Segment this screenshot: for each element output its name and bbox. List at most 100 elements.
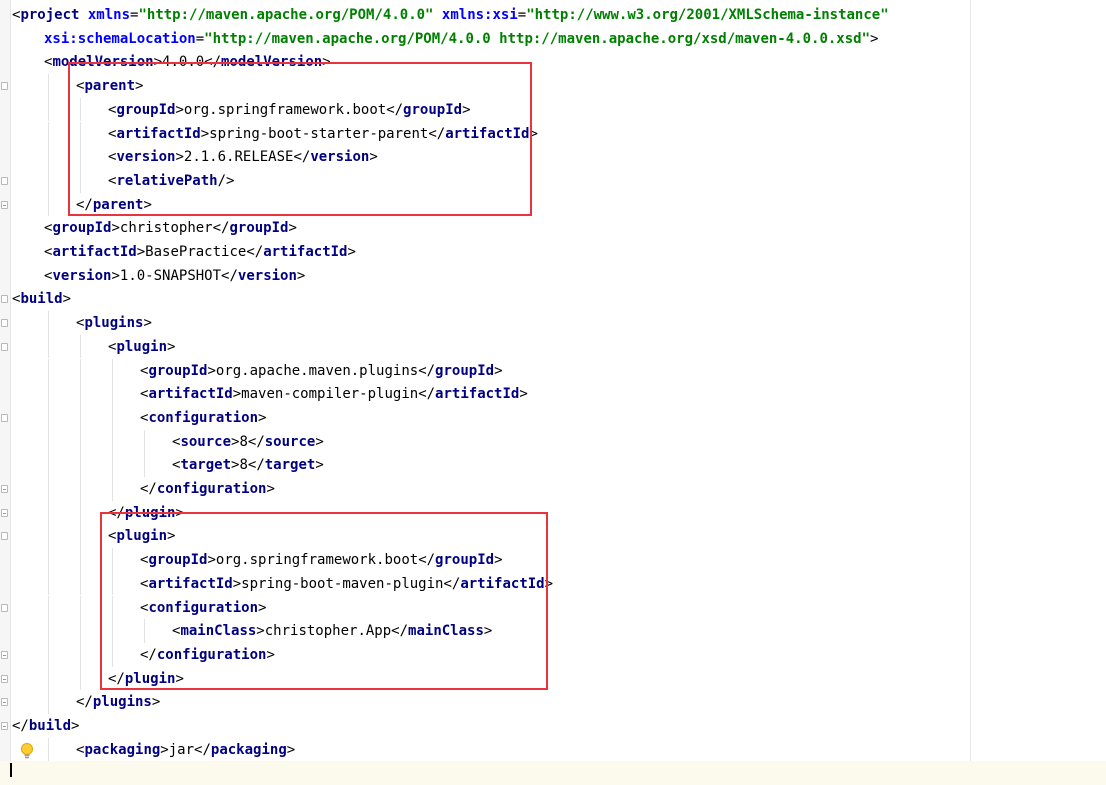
code-token: </ — [194, 741, 211, 758]
indent-guide — [112, 358, 113, 383]
code-line[interactable]: <version>1.0-SNAPSHOT</version> — [44, 264, 305, 288]
code-token: > — [111, 220, 120, 237]
fold-end-marker[interactable] — [1, 722, 8, 730]
code-token: > — [286, 741, 296, 758]
code-token: </ — [212, 220, 230, 237]
code-token: 8 — [239, 457, 248, 474]
fold-start-marker[interactable] — [1, 413, 8, 422]
code-token: > — [315, 457, 324, 474]
code-token: target — [180, 457, 232, 474]
fold-end-marker[interactable] — [1, 508, 8, 517]
indent-guide — [48, 642, 49, 667]
code-token: packaging — [84, 741, 161, 758]
indent-guide — [48, 477, 49, 501]
fold-end-marker[interactable] — [1, 698, 8, 707]
code-line[interactable]: <plugin> — [108, 335, 175, 359]
code-token: org.apache.maven.plugins — [215, 362, 419, 379]
editor-gutter[interactable] — [0, 0, 11, 777]
indent-guide — [80, 429, 81, 454]
code-line[interactable] — [0, 761, 1106, 785]
indent-guide — [112, 382, 113, 406]
code-line[interactable]: <project xmlns="http://maven.apache.org/… — [12, 3, 889, 27]
code-line[interactable]: <artifactId>BasePractice</artifactId> — [44, 240, 356, 264]
indent-guide — [80, 453, 81, 477]
code-line[interactable]: xsi:schemaLocation="http://maven.apache.… — [44, 27, 878, 51]
indent-guide — [80, 642, 81, 667]
code-token: "http://maven.apache.org/POM/4.0.0 http:… — [204, 30, 871, 47]
indent-guide — [48, 548, 49, 572]
fold-end-marker[interactable] — [1, 650, 8, 659]
code-line[interactable]: <groupId>christopher</groupId> — [44, 216, 297, 240]
code-token: artifactId — [435, 386, 520, 403]
code-token: > — [258, 409, 267, 426]
code-line[interactable]: <build> — [12, 287, 71, 311]
indent-guide — [48, 524, 49, 549]
code-token: </ — [221, 267, 238, 284]
code-token: > — [71, 718, 80, 734]
code-token: > — [347, 244, 356, 260]
indent-guide — [48, 145, 49, 169]
code-line[interactable]: <artifactId>maven-compiler-plugin</artif… — [140, 382, 528, 406]
fold-start-marker[interactable] — [1, 319, 8, 328]
code-line[interactable]: <plugins> — [76, 311, 152, 335]
indent-guide — [112, 429, 113, 454]
lightbulb-icon[interactable] — [20, 742, 34, 762]
code-token: maven-compiler-plugin — [241, 386, 419, 403]
text-caret — [10, 763, 12, 777]
fold-end-marker[interactable] — [1, 674, 8, 683]
fold-end-marker[interactable] — [1, 485, 8, 493]
code-line[interactable]: <source>8</source> — [172, 430, 324, 454]
indent-guide — [80, 358, 81, 383]
code-line[interactable]: <groupId>org.apache.maven.plugins</group… — [140, 359, 503, 383]
code-line[interactable]: <configuration> — [140, 406, 266, 430]
code-token: </ — [418, 362, 436, 379]
indent-guide — [80, 619, 81, 643]
fold-start-marker[interactable] — [1, 603, 8, 612]
code-line[interactable]: </build> — [12, 714, 79, 738]
code-token: > — [266, 481, 275, 497]
code-token: version — [52, 267, 112, 284]
indent-guide — [48, 74, 49, 98]
right-margin-guide — [970, 0, 971, 777]
code-token: build — [20, 291, 63, 308]
code-token: </ — [12, 718, 29, 734]
code-token: project — [20, 7, 88, 23]
code-line[interactable]: <packaging>jar</packaging> — [76, 738, 295, 762]
indent-guide — [80, 477, 81, 501]
code-token: </ — [247, 457, 265, 474]
code-token: 8 — [239, 433, 248, 450]
fold-start-marker[interactable] — [1, 82, 8, 91]
indent-guide — [48, 737, 49, 762]
code-line[interactable]: </plugins> — [76, 690, 160, 714]
indent-guide — [48, 571, 49, 596]
code-token: > — [167, 338, 176, 355]
indent-guide — [48, 382, 49, 406]
code-token: > — [288, 220, 297, 237]
fold-start-marker[interactable] — [1, 176, 8, 185]
code-line[interactable]: <target>8</target> — [172, 453, 324, 477]
fold-start-marker[interactable] — [1, 342, 8, 351]
fold-end-marker[interactable] — [1, 200, 8, 209]
code-token: </ — [247, 433, 265, 450]
code-token: source — [180, 433, 232, 450]
indent-guide — [48, 500, 49, 525]
code-token: groupId — [229, 220, 289, 237]
code-token: groupId — [148, 362, 208, 379]
code-line[interactable]: </configuration> — [140, 477, 275, 501]
code-token: > — [870, 30, 879, 47]
indent-guide — [48, 619, 49, 643]
code-token: artifactId — [52, 244, 137, 260]
fold-start-marker[interactable] — [1, 295, 8, 304]
indent-guide — [48, 690, 49, 714]
code-token: = — [517, 7, 527, 23]
indent-guide — [80, 334, 81, 359]
highlight-box — [100, 512, 548, 691]
indent-guide — [80, 548, 81, 572]
code-token: build — [28, 718, 72, 734]
indent-guide — [48, 595, 49, 620]
code-token: christopher — [119, 220, 213, 237]
indent-guide — [80, 500, 81, 525]
code-editor[interactable]: <project xmlns="http://maven.apache.org/… — [0, 0, 1106, 785]
indent-guide — [48, 405, 49, 430]
fold-start-marker[interactable] — [1, 532, 8, 541]
